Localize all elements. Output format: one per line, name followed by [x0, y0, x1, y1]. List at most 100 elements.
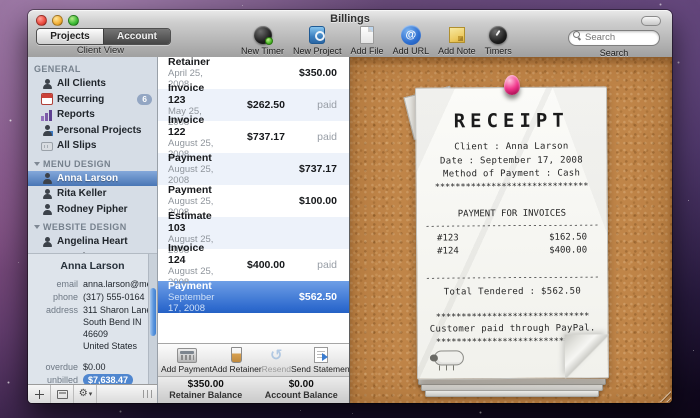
invoice-row[interactable]: Invoice 122 August 25, 2008 $737.17 paid	[158, 121, 349, 153]
balance-value: $0.00	[254, 379, 350, 390]
sidebar-item[interactable]: Personal Projects	[28, 123, 157, 139]
sidebar-section-header[interactable]: WEBSITE DESIGN	[28, 219, 157, 234]
receipt-section-title: PAYMENT FOR INVOICES	[417, 207, 607, 221]
row-main: Payment September 17, 2008	[168, 280, 223, 314]
add-url-button[interactable]: @ Add URL	[393, 25, 430, 56]
sidebar-item-label: Recurring	[57, 94, 104, 105]
sidebar-item-icon	[41, 203, 53, 215]
receipt-info-line: Client : Anna Larson	[416, 140, 606, 155]
toolbar-button-icon	[449, 27, 465, 43]
add-payment-button[interactable]: Add Payment	[161, 346, 212, 374]
sidebar-item[interactable]: All Clients	[28, 76, 157, 92]
row-amount: $400.00	[223, 259, 285, 271]
timers-button[interactable]: Timers	[485, 25, 512, 56]
toolbar-button-icon	[253, 25, 273, 45]
sidebar-section-title: MENU DESIGN	[43, 159, 111, 169]
sidebar-item-icon	[41, 124, 53, 136]
toolbar-collapse-button[interactable]	[641, 16, 661, 26]
sidebar-section: MENU DESIGN Anna Larson Rita Kell	[28, 156, 157, 218]
sidebar-item-icon	[41, 78, 53, 90]
toolbar-button-label: Add URL	[393, 46, 430, 56]
action-icon-shape	[314, 347, 328, 363]
row-status: $100.00	[285, 195, 337, 207]
sidebar-section-header[interactable]: MENU DESIGN	[28, 156, 157, 171]
action-button-label: Send Statement	[291, 364, 352, 374]
client-info-field: email anna.larson@me.com	[28, 278, 157, 290]
sidebar-source-list: GENERAL All Clients Recurring	[28, 57, 157, 253]
sidebar-item-icon	[41, 188, 53, 200]
paper-stack-edge	[425, 391, 599, 397]
toolbar-button-label: Add Note	[438, 46, 476, 56]
row-title: Payment	[168, 152, 223, 164]
bottombar-icon	[35, 390, 44, 399]
window-header: Billings Projects Account Client View Ne…	[28, 10, 672, 58]
pane-resize-handle[interactable]	[143, 390, 154, 398]
drawer-button[interactable]	[51, 385, 74, 403]
desktop-stars	[0, 0, 1, 1]
desktop: { "window": { "title": "Billings" }, "to…	[0, 0, 700, 418]
sidebar-item[interactable]: Reports	[28, 107, 157, 123]
receipt-line-item: #124 $400.00	[437, 244, 587, 259]
new-project-button[interactable]: New Project	[293, 25, 342, 56]
sidebar-item[interactable]: Rita Keller	[28, 186, 157, 202]
sidebar-item-icon	[41, 109, 53, 121]
sidebar-section: GENERAL All Clients Recurring	[28, 61, 157, 154]
invoice-row[interactable]: Invoice 124 August 25, 2008 $400.00 paid	[158, 249, 349, 281]
invoice-list-pane: Retainer April 25, 2008 $350.00 Invoice …	[157, 57, 350, 403]
field-value: $7,638.47	[83, 374, 133, 384]
field-label: overdue	[28, 361, 78, 373]
field-value: $0.00	[83, 361, 106, 373]
invoice-row[interactable]: Payment September 17, 2008 $562.50	[158, 281, 349, 313]
badge-count: 6	[137, 94, 152, 105]
sidebar-item[interactable]: Angelina Heart	[28, 234, 157, 250]
toolbar-button-label: Add File	[351, 46, 384, 56]
view-tab[interactable]: Account	[103, 29, 170, 44]
invoice-row[interactable]: Payment August 25, 2008 $737.17	[158, 153, 349, 185]
sidebar-item[interactable]: Rodney Pipher	[28, 202, 157, 218]
window-content: GENERAL All Clients Recurring	[28, 57, 672, 403]
view-mode-label: Client View	[28, 45, 173, 56]
sidebar-item-label: All Clients	[57, 78, 106, 89]
row-title: Invoice 124	[168, 242, 223, 266]
action-icon-shape	[231, 347, 242, 363]
add-button[interactable]	[28, 385, 51, 403]
balance-label: Account Balance	[254, 390, 350, 400]
search-input[interactable]	[568, 30, 660, 46]
row-status: $737.17	[285, 163, 337, 175]
action-icon-shape	[177, 348, 197, 363]
resend-button[interactable]: ↺ Resend	[262, 346, 291, 374]
field-label: address	[28, 304, 78, 352]
balance-label: Retainer Balance	[158, 390, 254, 400]
send-statement-button[interactable]: Send Statement	[291, 346, 352, 374]
new-timer-button[interactable]: New Timer	[241, 25, 284, 56]
sidebar-item[interactable]: Recurring 6	[28, 92, 157, 108]
add-note-button[interactable]: Add Note	[438, 25, 476, 56]
sidebar-section-header[interactable]: GENERAL	[28, 61, 157, 76]
sidebar-scrollbar-thumb[interactable]	[150, 288, 156, 336]
sidebar-scrollbar[interactable]	[148, 254, 157, 384]
invoice-list: Retainer April 25, 2008 $350.00 Invoice …	[158, 57, 349, 343]
balance-summary: $0.00 Account Balance	[254, 377, 350, 403]
receipt-invoice-amount: $400.00	[549, 244, 587, 258]
sidebar-section: WEBSITE DESIGN Angelina Heart Cre	[28, 219, 157, 253]
sidebar-item[interactable]: All Slips	[28, 138, 157, 154]
action-menu-button[interactable]: ⚙ ▾	[74, 385, 97, 403]
toolbar-button-icon	[360, 26, 374, 44]
sidebar-item[interactable]: Anna Larson	[28, 171, 157, 187]
sidebar: GENERAL All Clients Recurring	[28, 57, 157, 403]
receipt-paper: RECEIPT Client : Anna Larson Date : Sept…	[415, 86, 609, 379]
add-retainer-button[interactable]: Add Retainer	[212, 346, 262, 374]
billings-window: Billings Projects Account Client View Ne…	[28, 10, 672, 403]
row-status: paid	[285, 259, 337, 271]
search-area: Search	[568, 27, 660, 58]
client-info-panel: Anna Larson email anna.larson@me.com pho…	[28, 253, 157, 384]
toolbar-button-icon: @	[401, 25, 421, 45]
add-file-button[interactable]: Add File	[351, 25, 384, 56]
window-resize-grip[interactable]	[659, 390, 671, 402]
row-status: $562.50	[285, 291, 337, 303]
balance-summary: $350.00 Retainer Balance	[158, 377, 254, 403]
view-tab[interactable]: Projects	[37, 29, 103, 44]
bottombar-icon	[57, 390, 68, 399]
field-value: anna.larson@me.com	[83, 278, 157, 290]
receipt-widget: RECEIPT Client : Anna Larson Date : Sept…	[416, 87, 608, 397]
